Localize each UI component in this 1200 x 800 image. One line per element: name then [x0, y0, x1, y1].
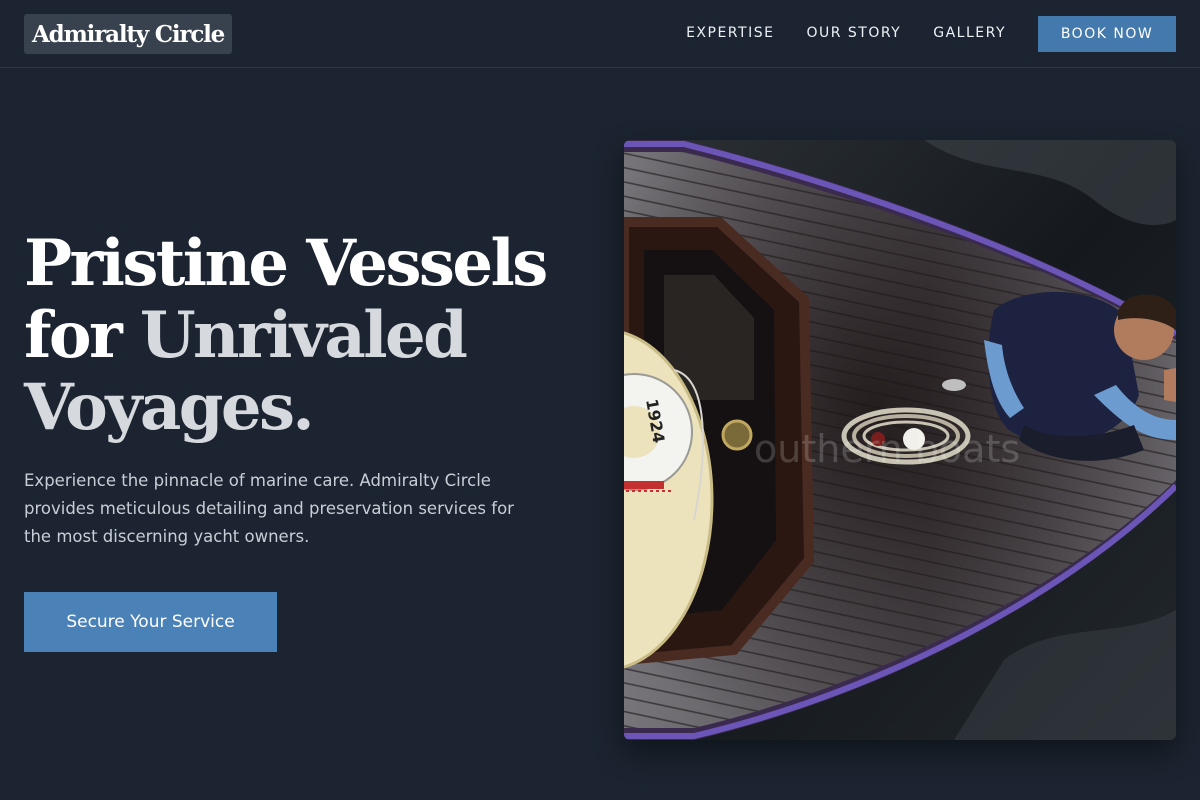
hero-title: Pristine Vessels for Unrivaled Voyages. — [24, 228, 604, 444]
secure-service-button[interactable]: Secure Your Service — [24, 592, 277, 652]
main-nav: EXPERTISE OUR STORY GALLERY BOOK NOW — [686, 0, 1176, 66]
logo[interactable]: Admiralty Circle — [24, 14, 233, 54]
hero-title-line-1: Pristine Vessels — [24, 226, 548, 301]
nav-link-our-story[interactable]: OUR STORY — [806, 25, 901, 41]
nav-link-gallery[interactable]: GALLERY — [933, 25, 1006, 41]
hero-title-line-2-start: for — [24, 298, 140, 373]
hero-image-boat-deck: 1924 outhern boats — [624, 140, 1176, 740]
boat-illustration: 1924 outhern boats — [624, 140, 1176, 740]
book-now-button[interactable]: BOOK NOW — [1038, 15, 1176, 52]
hero-title-line-3: Voyages. — [24, 370, 315, 445]
hero-title-accent: Unrivaled — [139, 298, 468, 373]
hero-title-line-2: for Unrivaled — [24, 300, 604, 372]
hero-description: Experience the pinnacle of marine care. … — [24, 471, 514, 546]
nav-link-expertise[interactable]: EXPERTISE — [686, 25, 774, 41]
site-header: Admiralty Circle EXPERTISE OUR STORY GAL… — [0, 0, 1200, 68]
image-watermark: outhern boats — [754, 427, 1020, 471]
